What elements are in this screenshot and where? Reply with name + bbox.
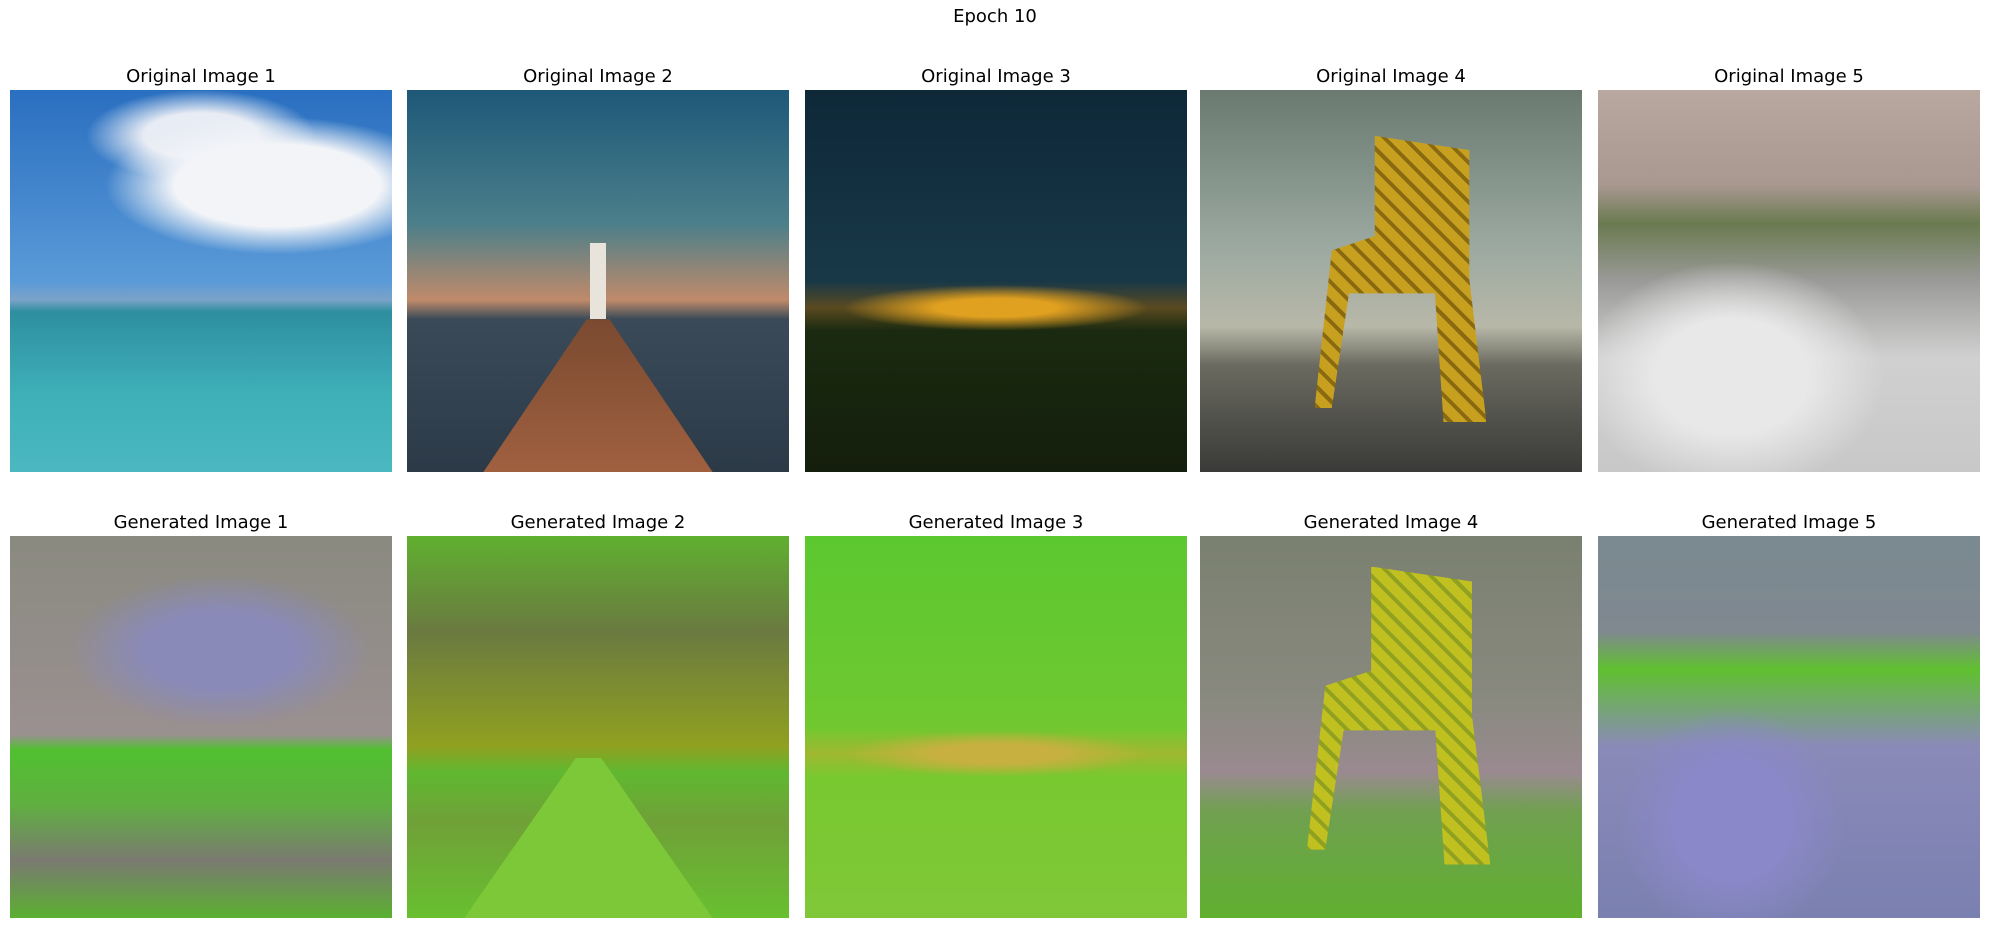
panel-title: Generated Image 5 — [1701, 512, 1877, 533]
generated-image-lighthouse — [407, 536, 789, 918]
panel-title: Original Image 2 — [523, 66, 673, 87]
original-image-panel-1: Original Image 1 — [10, 64, 392, 472]
original-image-lifeguard-tower — [1200, 90, 1582, 472]
generated-image-rocky-mountain — [1598, 536, 1980, 918]
generated-image-panel-3: Generated Image 3 — [805, 510, 1187, 918]
generated-image-panel-1: Generated Image 1 — [10, 510, 392, 918]
figure-title: Epoch 10 — [953, 6, 1037, 27]
panel-title: Generated Image 3 — [908, 512, 1084, 533]
original-image-sunset-field — [805, 90, 1187, 472]
generated-image-panel-2: Generated Image 2 — [407, 510, 789, 918]
generated-image-sunset-field — [805, 536, 1187, 918]
panel-title: Generated Image 4 — [1303, 512, 1479, 533]
panel-title: Original Image 4 — [1316, 66, 1466, 87]
original-image-panel-5: Original Image 5 — [1598, 64, 1980, 472]
original-image-coastline — [10, 90, 392, 472]
panel-title: Original Image 1 — [126, 66, 276, 87]
generated-image-coastline — [10, 536, 392, 918]
panel-title: Generated Image 1 — [113, 512, 289, 533]
original-image-panel-3: Original Image 3 — [805, 64, 1187, 472]
panel-title: Generated Image 2 — [510, 512, 686, 533]
generated-image-panel-5: Generated Image 5 — [1598, 510, 1980, 918]
original-image-panel-2: Original Image 2 — [407, 64, 789, 472]
panel-title: Original Image 5 — [1714, 66, 1864, 87]
original-image-panel-4: Original Image 4 — [1200, 64, 1582, 472]
generated-image-panel-4: Generated Image 4 — [1200, 510, 1582, 918]
panel-title: Original Image 3 — [921, 66, 1071, 87]
generated-image-lifeguard-tower — [1200, 536, 1582, 918]
original-image-rocky-mountain — [1598, 90, 1980, 472]
original-image-lighthouse — [407, 90, 789, 472]
